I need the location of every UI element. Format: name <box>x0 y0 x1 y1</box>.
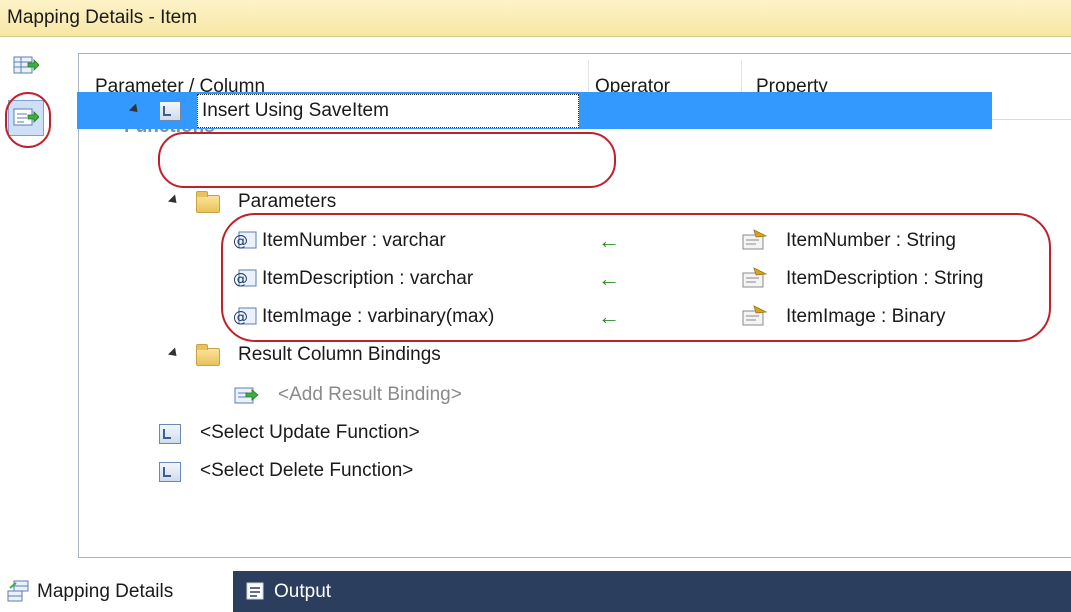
function-icon <box>159 424 181 444</box>
tree-row-select-update[interactable]: <Select Update Function> <box>0 414 993 451</box>
expand-triangle-icon[interactable] <box>167 194 181 207</box>
function-icon <box>159 462 181 482</box>
function-icon <box>159 101 181 121</box>
add-binding-icon <box>234 387 259 404</box>
tab-mapping-details[interactable]: Mapping Details <box>0 571 233 612</box>
window-title-bar: Mapping Details - Item <box>0 0 1071 37</box>
tree-row-select-delete[interactable]: <Select Delete Function> <box>0 452 993 489</box>
tab-mapping-details-label: Mapping Details <box>37 581 174 602</box>
tree-row-result-bindings[interactable]: Result Column Bindings <box>0 336 993 373</box>
window-title: Mapping Details - Item <box>7 7 198 28</box>
tree-row-add-result-binding[interactable]: <Add Result Binding> <box>0 376 993 413</box>
result-bindings-folder-label: Result Column Bindings <box>238 344 441 365</box>
bottom-tab-bar: Mapping Details Output <box>0 571 1071 612</box>
add-result-binding-label: <Add Result Binding> <box>278 384 462 405</box>
tab-output-label: Output <box>274 581 332 602</box>
highlight-oval-insert <box>158 132 616 188</box>
insert-function-select[interactable]: Insert Using SaveItem <box>197 94 579 128</box>
highlight-oval-parameters <box>221 213 1051 342</box>
select-update-label: <Select Update Function> <box>200 422 420 443</box>
select-delete-label: <Select Delete Function> <box>200 460 414 481</box>
output-icon <box>246 582 264 600</box>
mapping-details-icon <box>7 580 29 602</box>
expand-triangle-icon[interactable] <box>128 103 142 116</box>
expand-triangle-icon[interactable] <box>167 347 181 360</box>
map-entity-table-icon[interactable] <box>13 54 39 78</box>
folder-icon <box>196 344 220 366</box>
insert-function-label: Insert Using SaveItem <box>202 100 389 121</box>
folder-icon <box>196 191 220 213</box>
